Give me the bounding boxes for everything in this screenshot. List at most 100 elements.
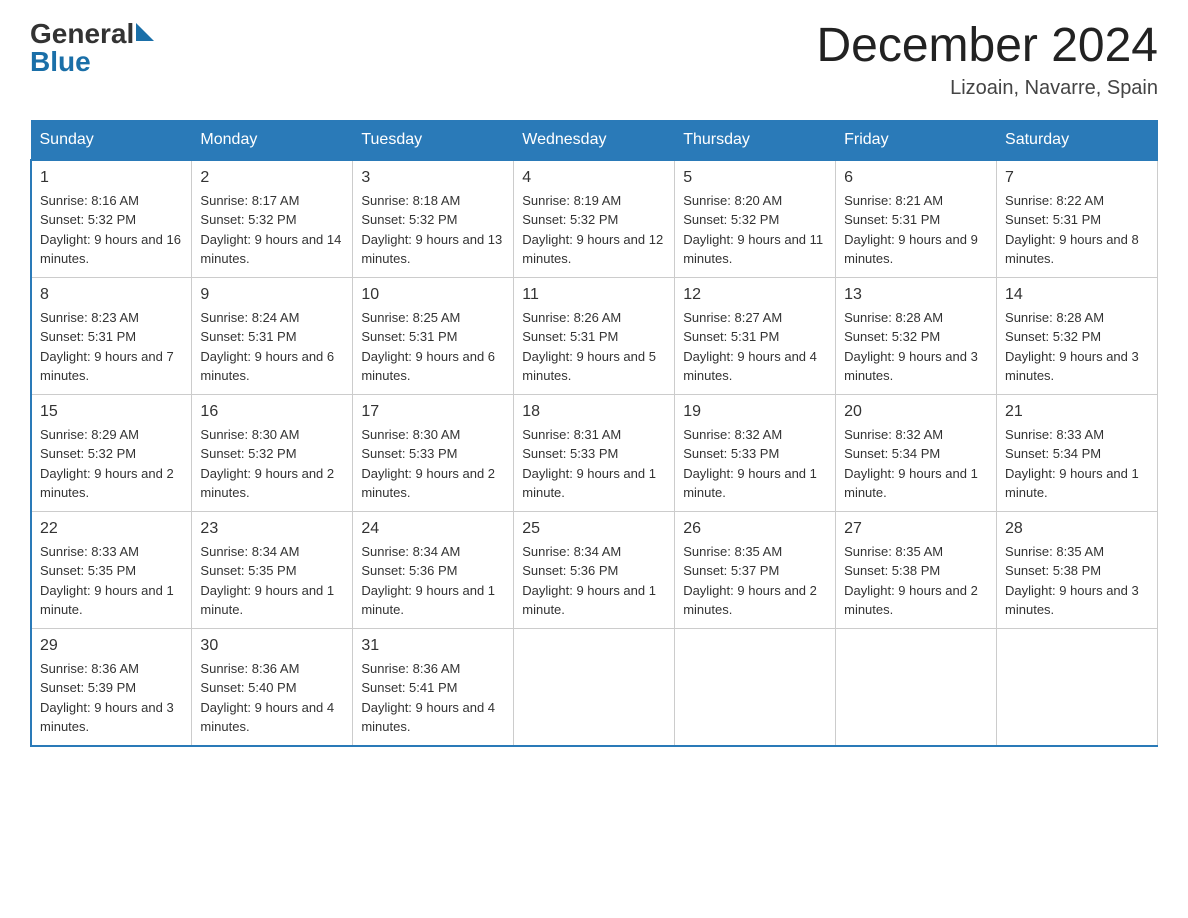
day-number: 16	[200, 403, 344, 421]
day-info: Sunrise: 8:35 AM Sunset: 5:37 PM Dayligh…	[683, 542, 827, 620]
calendar-cell: 20 Sunrise: 8:32 AM Sunset: 5:34 PM Dayl…	[836, 394, 997, 511]
calendar-cell: 6 Sunrise: 8:21 AM Sunset: 5:31 PM Dayli…	[836, 160, 997, 278]
day-number: 8	[40, 286, 183, 304]
day-number: 27	[844, 520, 988, 538]
calendar-cell: 1 Sunrise: 8:16 AM Sunset: 5:32 PM Dayli…	[31, 160, 192, 278]
calendar-cell: 17 Sunrise: 8:30 AM Sunset: 5:33 PM Dayl…	[353, 394, 514, 511]
title-block: December 2024 Lizoain, Navarre, Spain	[816, 20, 1158, 100]
day-info: Sunrise: 8:26 AM Sunset: 5:31 PM Dayligh…	[522, 308, 666, 386]
calendar-cell: 21 Sunrise: 8:33 AM Sunset: 5:34 PM Dayl…	[997, 394, 1158, 511]
day-info: Sunrise: 8:20 AM Sunset: 5:32 PM Dayligh…	[683, 191, 827, 269]
day-number: 24	[361, 520, 505, 538]
calendar-cell: 14 Sunrise: 8:28 AM Sunset: 5:32 PM Dayl…	[997, 277, 1158, 394]
month-title: December 2024	[816, 20, 1158, 73]
day-info: Sunrise: 8:33 AM Sunset: 5:34 PM Dayligh…	[1005, 425, 1149, 503]
week-row-2: 8 Sunrise: 8:23 AM Sunset: 5:31 PM Dayli…	[31, 277, 1158, 394]
weekday-header-row: SundayMondayTuesdayWednesdayThursdayFrid…	[31, 120, 1158, 160]
week-row-4: 22 Sunrise: 8:33 AM Sunset: 5:35 PM Dayl…	[31, 511, 1158, 628]
day-number: 12	[683, 286, 827, 304]
calendar-cell: 29 Sunrise: 8:36 AM Sunset: 5:39 PM Dayl…	[31, 628, 192, 746]
day-info: Sunrise: 8:17 AM Sunset: 5:32 PM Dayligh…	[200, 191, 344, 269]
day-info: Sunrise: 8:21 AM Sunset: 5:31 PM Dayligh…	[844, 191, 988, 269]
calendar-cell: 9 Sunrise: 8:24 AM Sunset: 5:31 PM Dayli…	[192, 277, 353, 394]
calendar-cell: 13 Sunrise: 8:28 AM Sunset: 5:32 PM Dayl…	[836, 277, 997, 394]
day-info: Sunrise: 8:22 AM Sunset: 5:31 PM Dayligh…	[1005, 191, 1149, 269]
day-number: 14	[1005, 286, 1149, 304]
day-number: 29	[40, 637, 183, 655]
weekday-header-monday: Monday	[192, 120, 353, 160]
location-text: Lizoain, Navarre, Spain	[816, 77, 1158, 100]
day-info: Sunrise: 8:28 AM Sunset: 5:32 PM Dayligh…	[844, 308, 988, 386]
weekday-header-thursday: Thursday	[675, 120, 836, 160]
calendar-cell: 27 Sunrise: 8:35 AM Sunset: 5:38 PM Dayl…	[836, 511, 997, 628]
day-info: Sunrise: 8:32 AM Sunset: 5:33 PM Dayligh…	[683, 425, 827, 503]
week-row-3: 15 Sunrise: 8:29 AM Sunset: 5:32 PM Dayl…	[31, 394, 1158, 511]
calendar-cell: 25 Sunrise: 8:34 AM Sunset: 5:36 PM Dayl…	[514, 511, 675, 628]
day-info: Sunrise: 8:23 AM Sunset: 5:31 PM Dayligh…	[40, 308, 183, 386]
calendar-cell: 5 Sunrise: 8:20 AM Sunset: 5:32 PM Dayli…	[675, 160, 836, 278]
page-header: General Blue December 2024 Lizoain, Nava…	[30, 20, 1158, 100]
week-row-1: 1 Sunrise: 8:16 AM Sunset: 5:32 PM Dayli…	[31, 160, 1158, 278]
day-number: 22	[40, 520, 183, 538]
day-info: Sunrise: 8:31 AM Sunset: 5:33 PM Dayligh…	[522, 425, 666, 503]
calendar-table: SundayMondayTuesdayWednesdayThursdayFrid…	[30, 120, 1158, 747]
day-number: 19	[683, 403, 827, 421]
day-info: Sunrise: 8:30 AM Sunset: 5:33 PM Dayligh…	[361, 425, 505, 503]
day-number: 20	[844, 403, 988, 421]
day-info: Sunrise: 8:36 AM Sunset: 5:40 PM Dayligh…	[200, 659, 344, 737]
calendar-cell: 22 Sunrise: 8:33 AM Sunset: 5:35 PM Dayl…	[31, 511, 192, 628]
day-info: Sunrise: 8:16 AM Sunset: 5:32 PM Dayligh…	[40, 191, 183, 269]
day-number: 2	[200, 169, 344, 187]
day-info: Sunrise: 8:34 AM Sunset: 5:36 PM Dayligh…	[361, 542, 505, 620]
day-info: Sunrise: 8:18 AM Sunset: 5:32 PM Dayligh…	[361, 191, 505, 269]
day-number: 10	[361, 286, 505, 304]
weekday-header-friday: Friday	[836, 120, 997, 160]
day-number: 7	[1005, 169, 1149, 187]
day-number: 9	[200, 286, 344, 304]
calendar-cell: 4 Sunrise: 8:19 AM Sunset: 5:32 PM Dayli…	[514, 160, 675, 278]
day-info: Sunrise: 8:32 AM Sunset: 5:34 PM Dayligh…	[844, 425, 988, 503]
calendar-cell: 15 Sunrise: 8:29 AM Sunset: 5:32 PM Dayl…	[31, 394, 192, 511]
day-info: Sunrise: 8:19 AM Sunset: 5:32 PM Dayligh…	[522, 191, 666, 269]
day-number: 13	[844, 286, 988, 304]
calendar-cell: 7 Sunrise: 8:22 AM Sunset: 5:31 PM Dayli…	[997, 160, 1158, 278]
day-number: 15	[40, 403, 183, 421]
day-number: 17	[361, 403, 505, 421]
calendar-cell: 19 Sunrise: 8:32 AM Sunset: 5:33 PM Dayl…	[675, 394, 836, 511]
day-info: Sunrise: 8:36 AM Sunset: 5:41 PM Dayligh…	[361, 659, 505, 737]
logo-blue-text: Blue	[30, 48, 91, 76]
calendar-cell: 8 Sunrise: 8:23 AM Sunset: 5:31 PM Dayli…	[31, 277, 192, 394]
calendar-cell: 24 Sunrise: 8:34 AM Sunset: 5:36 PM Dayl…	[353, 511, 514, 628]
day-number: 18	[522, 403, 666, 421]
weekday-header-tuesday: Tuesday	[353, 120, 514, 160]
day-info: Sunrise: 8:27 AM Sunset: 5:31 PM Dayligh…	[683, 308, 827, 386]
calendar-cell: 31 Sunrise: 8:36 AM Sunset: 5:41 PM Dayl…	[353, 628, 514, 746]
day-info: Sunrise: 8:34 AM Sunset: 5:35 PM Dayligh…	[200, 542, 344, 620]
day-info: Sunrise: 8:30 AM Sunset: 5:32 PM Dayligh…	[200, 425, 344, 503]
weekday-header-sunday: Sunday	[31, 120, 192, 160]
calendar-cell: 28 Sunrise: 8:35 AM Sunset: 5:38 PM Dayl…	[997, 511, 1158, 628]
logo-general-text: General	[30, 20, 134, 48]
weekday-header-saturday: Saturday	[997, 120, 1158, 160]
calendar-cell: 16 Sunrise: 8:30 AM Sunset: 5:32 PM Dayl…	[192, 394, 353, 511]
calendar-cell	[997, 628, 1158, 746]
day-info: Sunrise: 8:25 AM Sunset: 5:31 PM Dayligh…	[361, 308, 505, 386]
day-info: Sunrise: 8:33 AM Sunset: 5:35 PM Dayligh…	[40, 542, 183, 620]
day-info: Sunrise: 8:35 AM Sunset: 5:38 PM Dayligh…	[844, 542, 988, 620]
day-number: 23	[200, 520, 344, 538]
calendar-cell: 11 Sunrise: 8:26 AM Sunset: 5:31 PM Dayl…	[514, 277, 675, 394]
day-number: 21	[1005, 403, 1149, 421]
calendar-cell: 2 Sunrise: 8:17 AM Sunset: 5:32 PM Dayli…	[192, 160, 353, 278]
calendar-cell: 18 Sunrise: 8:31 AM Sunset: 5:33 PM Dayl…	[514, 394, 675, 511]
day-info: Sunrise: 8:35 AM Sunset: 5:38 PM Dayligh…	[1005, 542, 1149, 620]
calendar-cell: 26 Sunrise: 8:35 AM Sunset: 5:37 PM Dayl…	[675, 511, 836, 628]
day-info: Sunrise: 8:36 AM Sunset: 5:39 PM Dayligh…	[40, 659, 183, 737]
calendar-cell: 23 Sunrise: 8:34 AM Sunset: 5:35 PM Dayl…	[192, 511, 353, 628]
day-number: 31	[361, 637, 505, 655]
day-number: 26	[683, 520, 827, 538]
weekday-header-wednesday: Wednesday	[514, 120, 675, 160]
day-number: 4	[522, 169, 666, 187]
day-info: Sunrise: 8:34 AM Sunset: 5:36 PM Dayligh…	[522, 542, 666, 620]
day-number: 5	[683, 169, 827, 187]
calendar-cell: 30 Sunrise: 8:36 AM Sunset: 5:40 PM Dayl…	[192, 628, 353, 746]
